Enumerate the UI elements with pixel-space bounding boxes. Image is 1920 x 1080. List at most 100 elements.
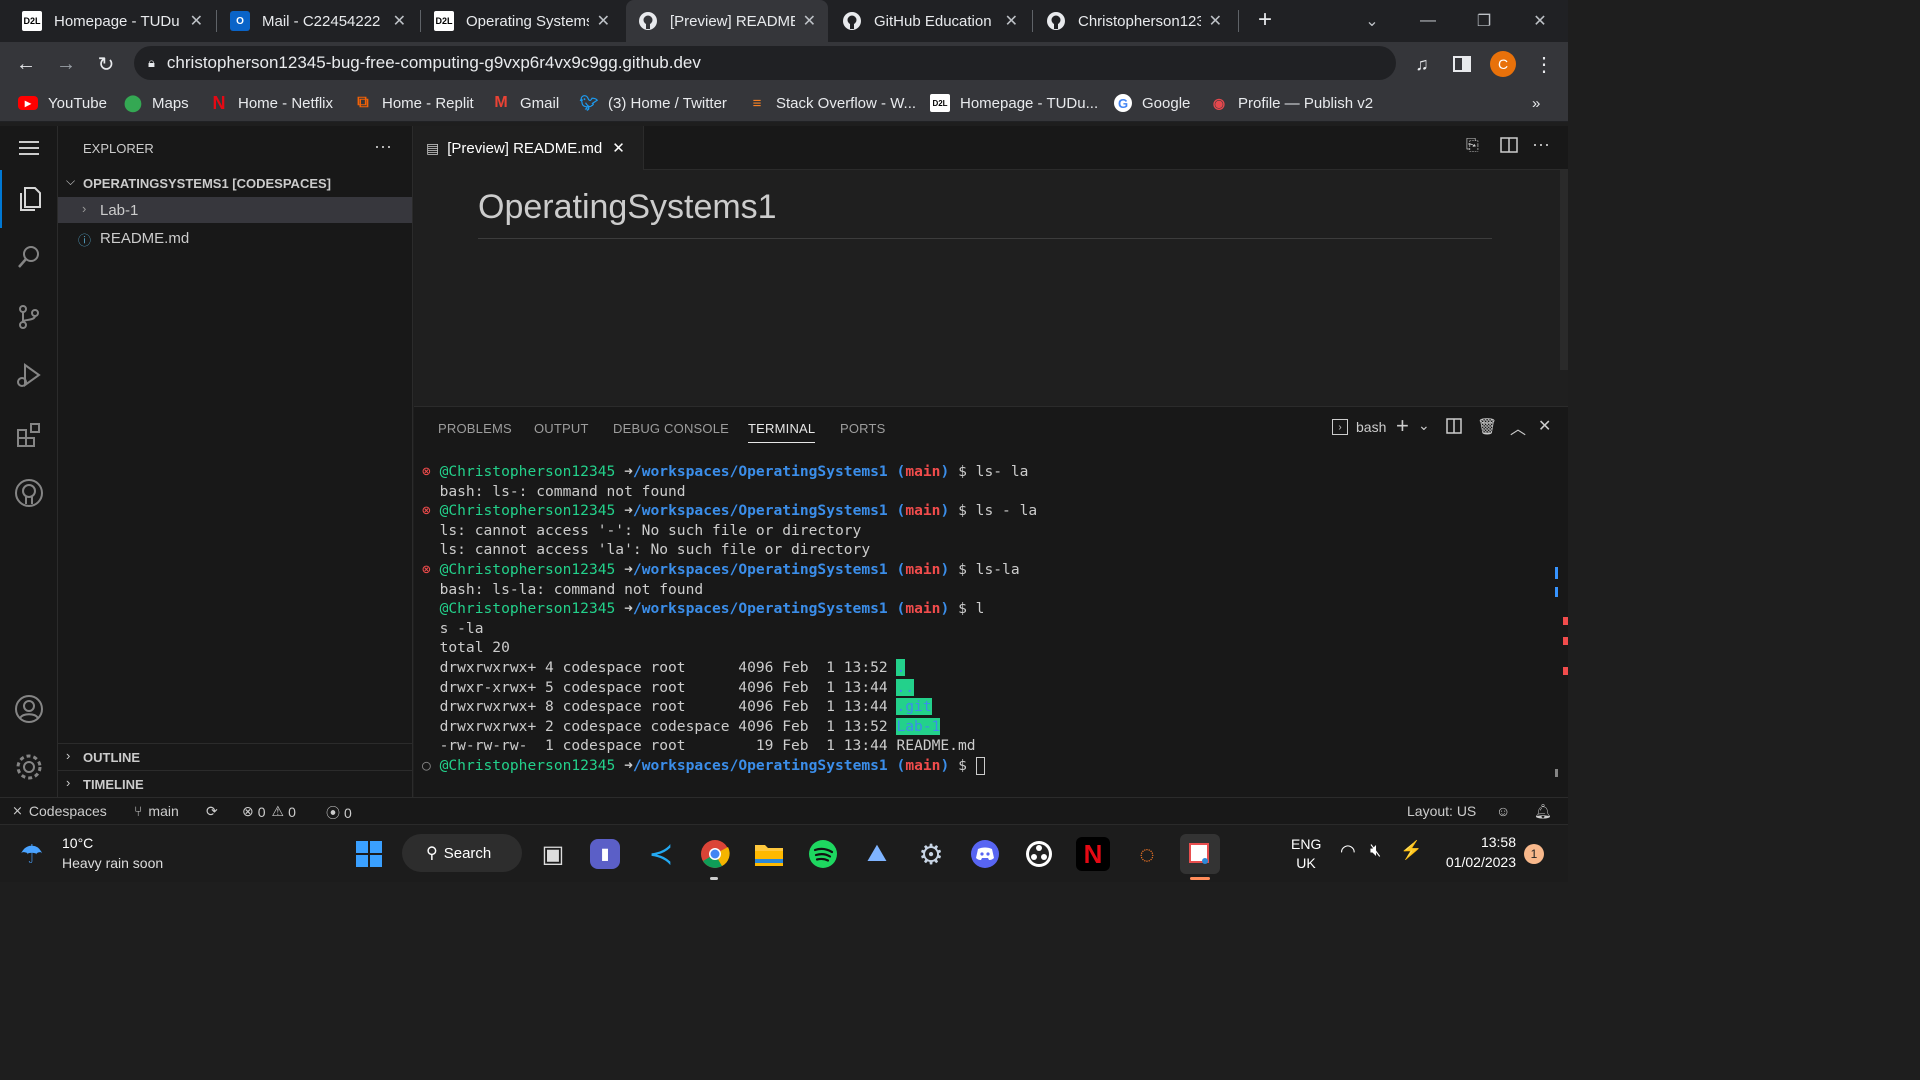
- netflix-app-icon[interactable]: N: [1076, 837, 1110, 871]
- terminal-output[interactable]: ⊗ @Christopherson12345 ➜/workspaces/Oper…: [422, 462, 1037, 776]
- clock-date[interactable]: 01/02/2023: [1441, 854, 1516, 870]
- windows-start-icon[interactable]: [352, 837, 386, 871]
- bookmark-netflix[interactable]: N Home - Netflix: [210, 93, 334, 113]
- remote-indicator[interactable]: ⨯ Codespaces: [12, 803, 107, 819]
- file-explorer-icon[interactable]: [752, 837, 786, 871]
- weather-temp[interactable]: 10°C: [62, 835, 93, 851]
- tab-ports[interactable]: PORTS: [840, 421, 886, 436]
- tab-terminal[interactable]: TERMINAL: [748, 421, 816, 443]
- more-actions-icon[interactable]: ···: [374, 136, 392, 157]
- close-icon[interactable]: ✕: [612, 139, 625, 157]
- timeline-section-header[interactable]: › TIMELINE: [58, 772, 412, 796]
- browser-tab-homepage[interactable]: D2L Homepage - TUDu ✕: [10, 0, 215, 42]
- bookmark-stackoverflow[interactable]: ≡ Stack Overflow - W...: [748, 93, 916, 113]
- bookmark-maps[interactable]: ⬤ Maps: [124, 93, 189, 113]
- chevron-down-icon[interactable]: ⌄: [1418, 417, 1430, 434]
- ports-indicator[interactable]: ⦿ 0: [326, 803, 352, 823]
- close-panel-icon[interactable]: ✕: [1538, 416, 1551, 436]
- extensions-icon[interactable]: [0, 406, 58, 464]
- source-control-icon[interactable]: [0, 288, 58, 346]
- kebab-menu-icon[interactable]: ⋮: [1530, 50, 1558, 78]
- spotify-icon[interactable]: [806, 837, 840, 871]
- jupyter-app-icon[interactable]: ◌: [1130, 837, 1164, 871]
- split-terminal-icon[interactable]: [1446, 418, 1462, 439]
- close-icon[interactable]: ✕: [393, 11, 406, 31]
- weather-rain-icon[interactable]: ☂: [20, 839, 43, 870]
- tab-output[interactable]: OUTPUT: [534, 421, 589, 436]
- bookmark-replit[interactable]: ⧉ Home - Replit: [354, 93, 473, 113]
- tree-item-lab-1[interactable]: › Lab-1: [58, 197, 412, 223]
- wifi-icon[interactable]: ◠: [1340, 841, 1356, 862]
- notification-badge[interactable]: 1: [1524, 844, 1544, 864]
- sync-icon[interactable]: ⟳: [206, 803, 218, 820]
- new-tab-icon[interactable]: +: [1252, 8, 1278, 34]
- restore-icon[interactable]: ❐: [1456, 0, 1512, 42]
- outline-section-header[interactable]: › OUTLINE: [58, 745, 412, 769]
- browser-tab-github-education[interactable]: GitHub Education ✕: [830, 0, 1030, 42]
- address-bar[interactable]: 🔒︎ christopherson12345-bug-free-computin…: [134, 46, 1396, 80]
- tab-problems[interactable]: PROBLEMS: [438, 421, 512, 436]
- bookmark-publish[interactable]: ◉ Profile — Publish v2: [1210, 93, 1373, 113]
- bookmark-twitter[interactable]: 🐦︎ (3) Home / Twitter: [579, 93, 726, 113]
- explorer-files-icon[interactable]: [0, 170, 58, 228]
- bookmarks-overflow-chevron[interactable]: »: [1532, 93, 1540, 113]
- teams-chat-icon[interactable]: ▮: [590, 839, 620, 869]
- lock-icon[interactable]: 🔒︎: [148, 55, 155, 71]
- feedback-icon[interactable]: ☺: [1496, 803, 1510, 819]
- split-editor-icon[interactable]: [1500, 136, 1518, 159]
- search-icon[interactable]: [0, 228, 58, 286]
- new-terminal-plus-icon[interactable]: +: [1396, 413, 1409, 439]
- hamburger-menu-icon[interactable]: [0, 126, 58, 170]
- open-source-icon[interactable]: ⎘: [1466, 137, 1479, 155]
- browser-tab-operating-systems[interactable]: D2L Operating Systems ✕: [422, 0, 622, 42]
- media-control-icon[interactable]: ♫: [1408, 50, 1436, 78]
- snipping-tool-icon[interactable]: [1180, 834, 1220, 874]
- branch-indicator[interactable]: ⑂ main: [134, 803, 179, 819]
- battery-charging-icon[interactable]: ⚡: [1400, 840, 1422, 861]
- keyboard-layout[interactable]: Layout: US: [1407, 803, 1476, 819]
- taskbar-search[interactable]: ⚲ Search: [402, 834, 522, 872]
- run-debug-icon[interactable]: [0, 346, 58, 404]
- input-region[interactable]: UK: [1291, 855, 1321, 871]
- obs-app-icon[interactable]: [1022, 837, 1056, 871]
- editor-tab-readme-preview[interactable]: ▤ [Preview] README.md ✕: [414, 126, 644, 170]
- trash-icon[interactable]: 🗑︎: [1477, 417, 1497, 437]
- volume-muted-icon[interactable]: 🔇︎: [1370, 840, 1381, 861]
- bell-icon[interactable]: 🔔︎: [1534, 803, 1552, 820]
- weather-desc[interactable]: Heavy rain soon: [62, 855, 163, 871]
- forward-arrow-icon[interactable]: →: [52, 50, 80, 78]
- reload-icon[interactable]: ↻: [92, 50, 120, 78]
- close-icon[interactable]: ✕: [803, 11, 816, 31]
- browser-tab-mail[interactable]: O Mail - C22454222 ( ✕: [218, 0, 418, 42]
- chrome-app-icon[interactable]: [698, 837, 732, 871]
- maximize-panel-chevron-up-icon[interactable]: ︿: [1510, 415, 1526, 439]
- bookmark-google[interactable]: G Google: [1114, 93, 1190, 113]
- profile-avatar[interactable]: C: [1490, 51, 1516, 77]
- github-icon[interactable]: [0, 464, 58, 522]
- side-panel-icon[interactable]: [1448, 50, 1476, 78]
- bookmark-youtube[interactable]: ▶ YouTube: [18, 93, 107, 113]
- terminal-shell-selector[interactable]: › bash: [1332, 419, 1386, 435]
- more-actions-icon[interactable]: ···: [1532, 134, 1550, 155]
- close-icon[interactable]: ✕: [1209, 11, 1222, 31]
- tree-item-readme[interactable]: ⓘ README.md: [58, 225, 412, 251]
- workspace-header[interactable]: ⌵ OPERATINGSYSTEMS1 [CODESPACES]: [58, 172, 412, 194]
- close-icon[interactable]: ✕: [597, 11, 610, 31]
- photos-app-icon[interactable]: ⛰: [860, 837, 894, 871]
- close-icon[interactable]: ✕: [1005, 11, 1018, 31]
- input-language[interactable]: ENG: [1291, 836, 1321, 852]
- task-view-icon[interactable]: ▣: [536, 837, 570, 871]
- discord-icon[interactable]: [968, 837, 1002, 871]
- browser-tab-christopherson[interactable]: Christopherson123 ✕: [1034, 0, 1234, 42]
- bookmark-tudublin[interactable]: D2L Homepage - TUDu...: [930, 93, 1098, 113]
- tab-debug-console[interactable]: DEBUG CONSOLE: [613, 421, 729, 436]
- tab-search-chevron-down-icon[interactable]: ⌄: [1344, 0, 1400, 42]
- editor-scrollbar[interactable]: [1560, 170, 1568, 370]
- gear-icon[interactable]: [0, 738, 58, 796]
- problems-indicator[interactable]: ⊗ 0 ⚠ 0: [242, 803, 296, 820]
- minimize-icon[interactable]: —: [1400, 0, 1456, 42]
- close-icon[interactable]: ✕: [190, 11, 203, 31]
- close-window-icon[interactable]: ✕: [1512, 0, 1568, 42]
- settings-gear-icon[interactable]: ⚙: [914, 837, 948, 871]
- back-arrow-icon[interactable]: ←: [12, 50, 40, 78]
